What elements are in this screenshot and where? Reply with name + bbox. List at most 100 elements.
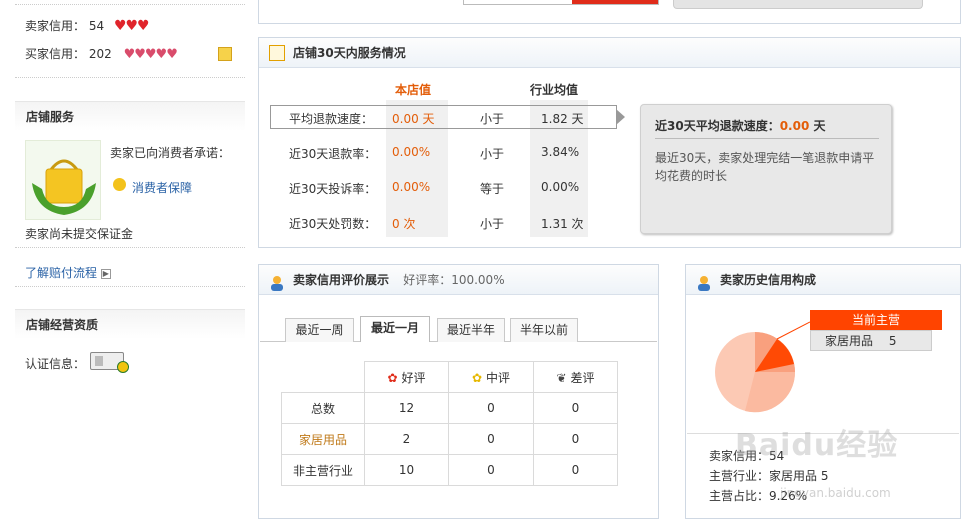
col-industry-header: 行业均值: [530, 83, 579, 97]
history-header: 卖家历史信用构成: [686, 265, 960, 295]
promise-text: 卖家已向消费者承诺：: [110, 146, 231, 160]
flower-good-icon: ✿: [387, 370, 398, 385]
compensation-process-link[interactable]: 了解赔付流程 ▶: [25, 264, 111, 281]
flower-mid-icon: ✿: [472, 370, 483, 385]
main-count: 5: [888, 334, 897, 348]
mid-count: 0: [448, 392, 534, 424]
divider: [15, 77, 245, 78]
rating-header: 卖家信用评价展示 好评率：100.00%: [259, 265, 658, 295]
pointer-arrow-icon: [616, 109, 625, 125]
deposit-note: 卖家尚未提交保证金: [25, 227, 134, 241]
consumer-guarantee-link[interactable]: 消费者保障: [132, 179, 192, 196]
pie-leader-line: [776, 321, 810, 340]
row-label: 近30天退款率：: [289, 147, 377, 161]
buyer-credit: 买家信用： 202 ♥♥♥♥♥: [25, 45, 178, 62]
table-header-row: ✿ 好评 ✿ 中评 ❦ 差评: [281, 361, 618, 393]
wilted-flower-icon: ❦: [556, 370, 567, 385]
header-good-label: 好评: [401, 370, 426, 385]
divider: [655, 138, 879, 139]
arrow-right-icon: ▶: [100, 268, 111, 279]
watermark-logo: Baidu经验: [735, 428, 899, 463]
tab-last-half-year[interactable]: 最近半年: [437, 318, 505, 342]
row-compare: 小于: [480, 147, 505, 161]
main-category: 家居用品: [825, 334, 874, 348]
table-corner: [281, 361, 365, 393]
mid-count: 0: [448, 423, 534, 455]
header-bad: ❦ 差评: [533, 361, 618, 393]
row-shop-value: 0 次: [392, 217, 416, 231]
divider: [15, 247, 245, 248]
badge-icon[interactable]: [218, 47, 232, 61]
tooltip-title-unit: 天: [813, 119, 826, 133]
heart-icons: ♥♥♥♥♥: [123, 47, 178, 62]
tab-before-half-year[interactable]: 半年以前: [510, 318, 578, 342]
divider: [15, 0, 245, 5]
rating-title: 卖家信用评价展示: [293, 273, 390, 287]
table-row: 非主营行业 10 0 0: [281, 454, 618, 486]
good-count-link[interactable]: 12: [364, 392, 449, 424]
row-industry-value: 0.00%: [541, 180, 580, 194]
bad-count: 0: [533, 423, 618, 455]
seller-credit-value: 54: [88, 19, 105, 33]
tooltip-desc: 最近30天，卖家处理完结一笔退款申请平均花费的时长: [655, 151, 875, 183]
tab-last-week[interactable]: 最近一周: [285, 318, 354, 342]
shop-qualification-title: 店铺经营资质: [15, 309, 245, 339]
certification-label: 认证信息：: [25, 357, 86, 371]
row-shop-value: 0.00%: [392, 145, 431, 159]
row-compare: 小于: [480, 112, 505, 126]
seller-credit: 卖家信用： 54 ♥♥♥: [25, 17, 150, 34]
header-mid-label: 中评: [485, 370, 510, 385]
tooltip-title: 近30天平均退款速度：0.00 天: [655, 117, 826, 134]
row-industry-value: 3.84%: [541, 145, 580, 159]
service-30-title: 店铺30天内服务情况: [293, 46, 406, 60]
user-icon: [269, 272, 285, 291]
divider: [15, 286, 245, 287]
row-industry-value: 1.31 次: [541, 217, 584, 231]
current-main-label: 当前主营: [810, 310, 942, 330]
row-shop-value: 0.00%: [392, 180, 431, 194]
buyer-credit-value: 202: [88, 47, 112, 61]
row-label: 非主营行业: [281, 454, 365, 486]
good-count: 2: [364, 423, 449, 455]
row-industry-value: 1.82 天: [541, 112, 584, 126]
input-fragment: [463, 0, 659, 5]
table-row: 总数 12 0 0: [281, 392, 618, 424]
good-count: 10: [364, 454, 449, 486]
row-label: 总数: [281, 392, 365, 424]
service-30-header: 店铺30天内服务情况: [259, 38, 960, 68]
rating-table: ✿ 好评 ✿ 中评 ❦ 差评 总数 12 0 0 家居用品 2 0 0 非主营行…: [281, 361, 618, 486]
certificate-icon[interactable]: [90, 352, 129, 373]
history-main-industry: 主营行业：家居用品 5: [709, 469, 829, 483]
compensation-link-label: 了解赔付流程: [25, 266, 98, 280]
row-compare: 等于: [480, 182, 505, 196]
coin-icon: [113, 178, 126, 191]
header-bad-label: 差评: [570, 370, 595, 385]
header-good: ✿ 好评: [364, 361, 449, 393]
header-mid: ✿ 中评: [448, 361, 534, 393]
watermark-url: jingyan.baidu.com: [780, 486, 891, 500]
seller-credit-label: 卖家信用：: [25, 19, 86, 33]
table-row: 家居用品 2 0 0: [281, 423, 618, 455]
credit-pie-chart: [715, 321, 810, 413]
row-compare: 小于: [480, 217, 505, 231]
buyer-credit-label: 买家信用：: [25, 47, 86, 61]
tab-last-month[interactable]: 最近一月: [360, 316, 430, 342]
tooltip-box: 近30天平均退款速度：0.00 天 最近30天，卖家处理完结一笔退款申请平均花费…: [640, 104, 892, 234]
bad-count: 0: [533, 392, 618, 424]
main-category-box: 家居用品 5: [810, 330, 932, 351]
shop-service-title: 店铺服务: [15, 101, 245, 131]
row-label: 近30天处罚数：: [289, 217, 377, 231]
user-icon: [696, 272, 712, 291]
button-fragment[interactable]: [673, 0, 923, 9]
row-label: 家居用品: [281, 423, 365, 455]
row-label: 平均退款速度：: [289, 112, 374, 126]
row-label: 近30天投诉率：: [289, 182, 377, 196]
consumer-protection-logo: [25, 140, 101, 220]
tooltip-title-prefix: 近30天平均退款速度：: [655, 119, 780, 133]
calendar-icon: [269, 45, 285, 61]
good-rate: 好评率：100.00%: [403, 273, 505, 287]
bad-count: 0: [533, 454, 618, 486]
mid-count: 0: [448, 454, 534, 486]
row-shop-value: 0.00 天: [392, 112, 435, 126]
tooltip-title-value: 0.00: [779, 119, 810, 133]
